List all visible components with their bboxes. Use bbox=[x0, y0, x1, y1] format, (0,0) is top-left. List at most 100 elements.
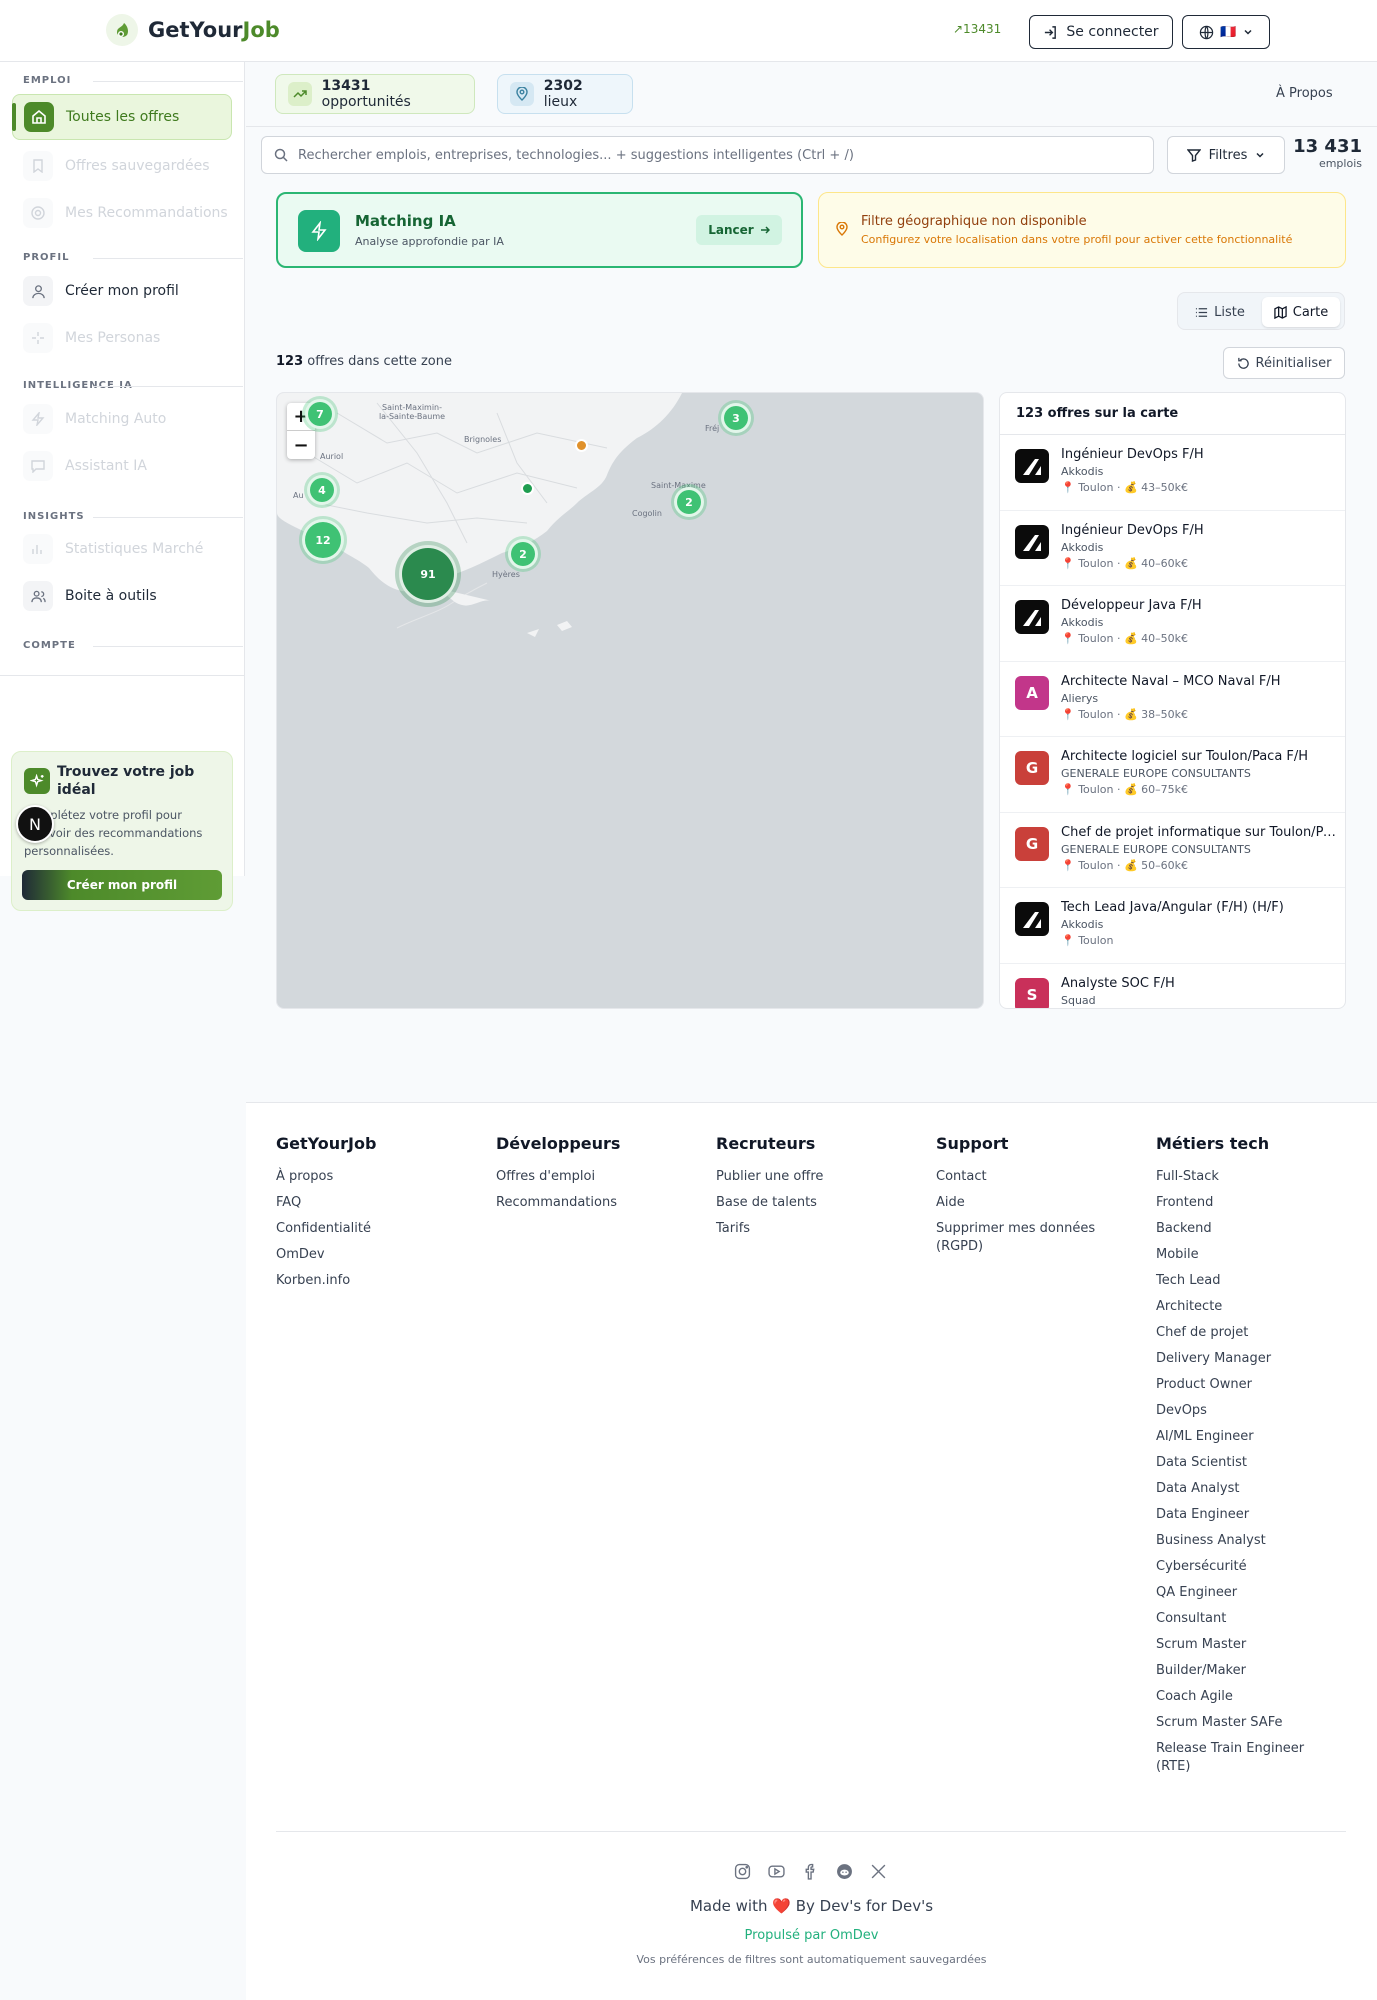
footer-link[interactable]: Business Analyst bbox=[1156, 1532, 1336, 1550]
footer-link[interactable]: Release Train Engineer (RTE) bbox=[1156, 1740, 1336, 1776]
map-marker[interactable] bbox=[575, 439, 588, 452]
footer-link[interactable]: Scrum Master SAFe bbox=[1156, 1714, 1336, 1732]
footer-link[interactable]: Coach Agile bbox=[1156, 1688, 1336, 1706]
map-cluster[interactable]: 4 bbox=[307, 475, 337, 505]
footer-link[interactable]: Delivery Manager bbox=[1156, 1350, 1336, 1368]
map-cluster[interactable]: 3 bbox=[721, 403, 751, 433]
language-selector[interactable]: 🇫🇷 bbox=[1182, 15, 1270, 49]
footer-link[interactable]: Supprimer mes données (RGPD) bbox=[936, 1220, 1116, 1256]
chevron-down-icon bbox=[1256, 152, 1264, 158]
jobs-map[interactable]: + − Saint-Maximin-la-Sainte-Baume Brigno… bbox=[276, 392, 984, 1009]
footer-link[interactable]: OmDev bbox=[276, 1246, 376, 1264]
x-twitter-icon[interactable] bbox=[869, 1862, 887, 1880]
footer-link[interactable]: À propos bbox=[276, 1168, 376, 1186]
section-title-profil: PROFIL bbox=[23, 252, 246, 263]
login-button[interactable]: Se connecter bbox=[1029, 15, 1173, 49]
offer-company: Akkodis bbox=[1061, 540, 1104, 554]
footer-link[interactable]: QA Engineer bbox=[1156, 1584, 1336, 1602]
facebook-icon[interactable] bbox=[801, 1862, 819, 1880]
footer-link[interactable]: Cybersécurité bbox=[1156, 1558, 1336, 1576]
footer-link[interactable]: Confidentialité bbox=[276, 1220, 376, 1238]
map-cluster[interactable]: 91 bbox=[399, 545, 457, 603]
instagram-icon[interactable] bbox=[733, 1862, 751, 1880]
powered-by-link[interactable]: Propulsé par OmDev bbox=[0, 1928, 1377, 1943]
sidebar-divider bbox=[0, 675, 244, 676]
footer-link[interactable]: Product Owner bbox=[1156, 1376, 1336, 1394]
map-view-label: Carte bbox=[1292, 304, 1329, 320]
footer-link[interactable]: Consultant bbox=[1156, 1610, 1336, 1628]
footer-link[interactable]: Mobile bbox=[1156, 1246, 1336, 1264]
footer-link[interactable]: Recommandations bbox=[496, 1194, 620, 1212]
footer-link[interactable]: Frontend bbox=[1156, 1194, 1336, 1212]
offer-item[interactable]: Ingénieur DevOps F/H Akkodis 📍 Toulon · … bbox=[1000, 435, 1345, 511]
chevron-down-icon bbox=[1244, 29, 1252, 35]
made-with-text: Made with ❤️ By Dev's for Dev's bbox=[689, 1897, 934, 1915]
sidebar-item-all-offers[interactable]: Toutes les offres bbox=[12, 94, 232, 140]
offer-title: Architecte Naval – MCO Naval F/H bbox=[1061, 673, 1281, 689]
offer-item[interactable]: Ingénieur DevOps F/H Akkodis 📍 Toulon · … bbox=[1000, 511, 1345, 586]
offers-list-header: 123 offres sur la carte bbox=[1000, 393, 1345, 435]
footer-link[interactable]: DevOps bbox=[1156, 1402, 1336, 1420]
footer-link[interactable]: Tech Lead bbox=[1156, 1272, 1336, 1290]
map-marker[interactable] bbox=[521, 482, 534, 495]
offer-item[interactable]: G Architecte logiciel sur Toulon/Paca F/… bbox=[1000, 737, 1345, 813]
footer-link[interactable]: Korben.info bbox=[276, 1272, 376, 1290]
brand-logo[interactable]: GetYourJob bbox=[106, 14, 280, 46]
footer-link[interactable]: Offres d'emploi bbox=[496, 1168, 620, 1186]
footer-link[interactable]: FAQ bbox=[276, 1194, 376, 1212]
footer-link[interactable]: Data Scientist bbox=[1156, 1454, 1336, 1472]
youtube-icon[interactable] bbox=[767, 1862, 785, 1880]
zoom-out-button[interactable]: − bbox=[287, 431, 315, 459]
list-view-button[interactable]: Liste bbox=[1184, 297, 1256, 327]
footer-link[interactable]: Scrum Master bbox=[1156, 1636, 1336, 1654]
offer-item[interactable]: G Chef de projet informatique sur Toulon… bbox=[1000, 813, 1345, 888]
launch-matching-button[interactable]: Lancer bbox=[696, 215, 782, 245]
map-cluster[interactable]: 7 bbox=[305, 399, 335, 429]
offer-item[interactable]: S Analyste SOC F/H Squad bbox=[1000, 964, 1345, 1008]
offer-company: Squad bbox=[1061, 993, 1096, 1007]
footer-link[interactable]: Aide bbox=[936, 1194, 1116, 1212]
ai-matching-card: Matching IA Analyse approfondie par IA L… bbox=[276, 192, 803, 268]
footer-link[interactable]: Data Engineer bbox=[1156, 1506, 1336, 1524]
footer-link[interactable]: Data Analyst bbox=[1156, 1480, 1336, 1498]
map-cluster[interactable]: 12 bbox=[302, 519, 344, 561]
map-view-button[interactable]: Carte bbox=[1262, 297, 1340, 327]
geo-notice-subtitle: Configurez votre localisation dans votre… bbox=[861, 233, 1293, 246]
offer-item[interactable]: Développeur Java F/H Akkodis 📍 Toulon · … bbox=[1000, 586, 1345, 662]
chart-icon bbox=[23, 534, 53, 564]
about-link[interactable]: À Propos bbox=[1276, 86, 1333, 101]
company-logo bbox=[1015, 449, 1049, 483]
footer-link[interactable]: Contact bbox=[936, 1168, 1116, 1186]
geo-filter-notice: Filtre géographique non disponible Confi… bbox=[818, 192, 1346, 268]
launch-label: Lancer bbox=[708, 223, 754, 237]
footer-link[interactable]: Tarifs bbox=[716, 1220, 823, 1238]
avatar[interactable]: N bbox=[16, 805, 54, 843]
offer-item[interactable]: A Architecte Naval – MCO Naval F/H Alier… bbox=[1000, 662, 1345, 737]
offer-item[interactable]: Tech Lead Java/Angular (F/H) (H/F) Akkod… bbox=[1000, 888, 1345, 964]
footer-link[interactable]: Architecte bbox=[1156, 1298, 1336, 1316]
footer-link[interactable]: AI/ML Engineer bbox=[1156, 1428, 1336, 1446]
footer-column-title: Métiers tech bbox=[1156, 1134, 1270, 1153]
footer-column-title: Support bbox=[936, 1134, 1009, 1153]
footer-link[interactable]: Chef de projet bbox=[1156, 1324, 1336, 1342]
footer-link[interactable]: Publier une offre bbox=[716, 1168, 823, 1186]
sidebar-item-create-profile[interactable]: Créer mon profil bbox=[12, 268, 232, 314]
map-cluster[interactable]: 2 bbox=[674, 487, 704, 517]
footer-link[interactable]: Base de talents bbox=[716, 1194, 823, 1212]
footer-link[interactable]: Backend bbox=[1156, 1220, 1336, 1238]
sidebar-item-toolbox[interactable]: Boite à outils bbox=[12, 573, 232, 619]
company-logo: G bbox=[1015, 751, 1049, 785]
filters-button[interactable]: Filtres bbox=[1167, 136, 1285, 174]
company-logo: S bbox=[1015, 977, 1049, 1008]
sidebar-item-label: Mes Personas bbox=[65, 330, 161, 346]
search-input[interactable] bbox=[298, 147, 1138, 163]
reddit-icon[interactable] bbox=[835, 1862, 853, 1880]
promo-text: Complétez votre profil pour recevoir des… bbox=[24, 808, 203, 858]
map-cluster[interactable]: 2 bbox=[508, 539, 538, 569]
footer-link[interactable]: Builder/Maker bbox=[1156, 1662, 1336, 1680]
places-value: 2302 bbox=[543, 78, 583, 94]
reset-button[interactable]: Réinitialiser bbox=[1223, 347, 1345, 379]
search-bar[interactable] bbox=[261, 136, 1154, 174]
promo-create-profile-button[interactable]: Créer mon profil bbox=[22, 870, 222, 900]
footer-link[interactable]: Full-Stack bbox=[1156, 1168, 1336, 1186]
